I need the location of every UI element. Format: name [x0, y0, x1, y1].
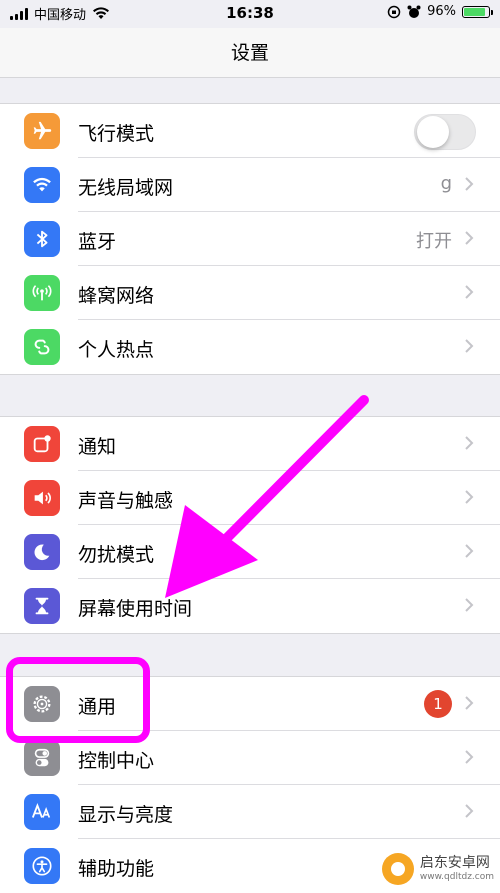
status-bar: 中国移动 16:38 96%	[0, 0, 500, 28]
settings-group-connectivity: 飞行模式 无线局域网 g 蓝牙 打开 蜂窝网络 个人热点	[0, 103, 500, 375]
settings-row-label: 屏幕使用时间	[78, 598, 193, 620]
watermark-logo-icon	[381, 853, 414, 885]
settings-row-label: 个人热点	[78, 339, 155, 361]
settings-row-label: 蜂窝网络	[78, 285, 155, 307]
settings-row-label: 蓝牙	[78, 231, 117, 253]
moon-icon	[24, 534, 60, 570]
settings-row-label: 飞行模式	[78, 123, 155, 145]
orientation-lock-icon	[387, 5, 401, 18]
aa-icon	[24, 794, 60, 830]
page-title: 设置	[230, 42, 269, 64]
settings-row-hotspot[interactable]: 个人热点	[0, 320, 500, 374]
settings-group-notifications: 通知 声音与触感 勿扰模式 屏幕使用时间	[0, 416, 500, 634]
hotspot-icon	[24, 329, 60, 365]
hourglass-icon	[24, 588, 60, 624]
notifications-icon	[24, 426, 60, 462]
battery-percent: 96%	[427, 4, 456, 19]
chevron-right-icon	[465, 750, 474, 764]
chevron-right-icon	[465, 696, 474, 710]
status-right: 96%	[387, 4, 493, 19]
settings-row-label: 通知	[78, 436, 117, 458]
settings-row-screen-time[interactable]: 屏幕使用时间	[0, 579, 500, 633]
airplane-icon	[24, 113, 60, 149]
airplane-mode-toggle[interactable]	[414, 114, 476, 150]
speaker-icon	[24, 480, 60, 516]
battery-icon	[462, 5, 493, 18]
switches-icon	[24, 740, 60, 776]
settings-row-label: 显示与亮度	[78, 804, 174, 826]
chevron-right-icon	[465, 339, 474, 353]
alarm-icon	[407, 5, 421, 18]
settings-row-notifications[interactable]: 通知	[0, 417, 500, 471]
settings-row-dnd[interactable]: 勿扰模式	[0, 525, 500, 579]
settings-row-cellular[interactable]: 蜂窝网络	[0, 266, 500, 320]
settings-row-airplane[interactable]: 飞行模式	[0, 104, 500, 158]
update-badge: 1	[424, 690, 452, 718]
chevron-right-icon	[465, 544, 474, 558]
settings-row-sounds[interactable]: 声音与触感	[0, 471, 500, 525]
watermark-url: www.qdltdz.com	[419, 871, 494, 882]
chevron-right-icon	[465, 177, 474, 191]
settings-row-label: 辅助功能	[78, 858, 155, 880]
settings-row-label: 勿扰模式	[78, 544, 155, 566]
chevron-right-icon	[465, 436, 474, 450]
chevron-right-icon	[465, 285, 474, 299]
settings-row-display[interactable]: 显示与亮度	[0, 785, 500, 839]
chevron-right-icon	[465, 598, 474, 612]
bluetooth-status-value: 打开	[416, 231, 452, 252]
chevron-right-icon	[465, 804, 474, 818]
nav-bar: 设置	[0, 28, 500, 78]
accessibility-icon	[24, 848, 60, 884]
chevron-right-icon	[465, 490, 474, 504]
wifi-icon	[24, 167, 60, 203]
bluetooth-icon	[24, 221, 60, 257]
chevron-right-icon	[465, 231, 474, 245]
watermark: 启东安卓网 www.qdltdz.com	[381, 853, 494, 885]
settings-row-label: 控制中心	[78, 750, 155, 772]
settings-row-bluetooth[interactable]: 蓝牙 打开	[0, 212, 500, 266]
settings-row-label: 无线局域网	[78, 177, 174, 199]
wifi-network-value: g	[440, 173, 452, 194]
cellular-icon	[24, 275, 60, 311]
annotation-highlight-box	[6, 657, 150, 743]
settings-row-label: 声音与触感	[78, 490, 174, 512]
settings-row-wifi[interactable]: 无线局域网 g	[0, 158, 500, 212]
watermark-text: 启东安卓网	[419, 855, 490, 872]
